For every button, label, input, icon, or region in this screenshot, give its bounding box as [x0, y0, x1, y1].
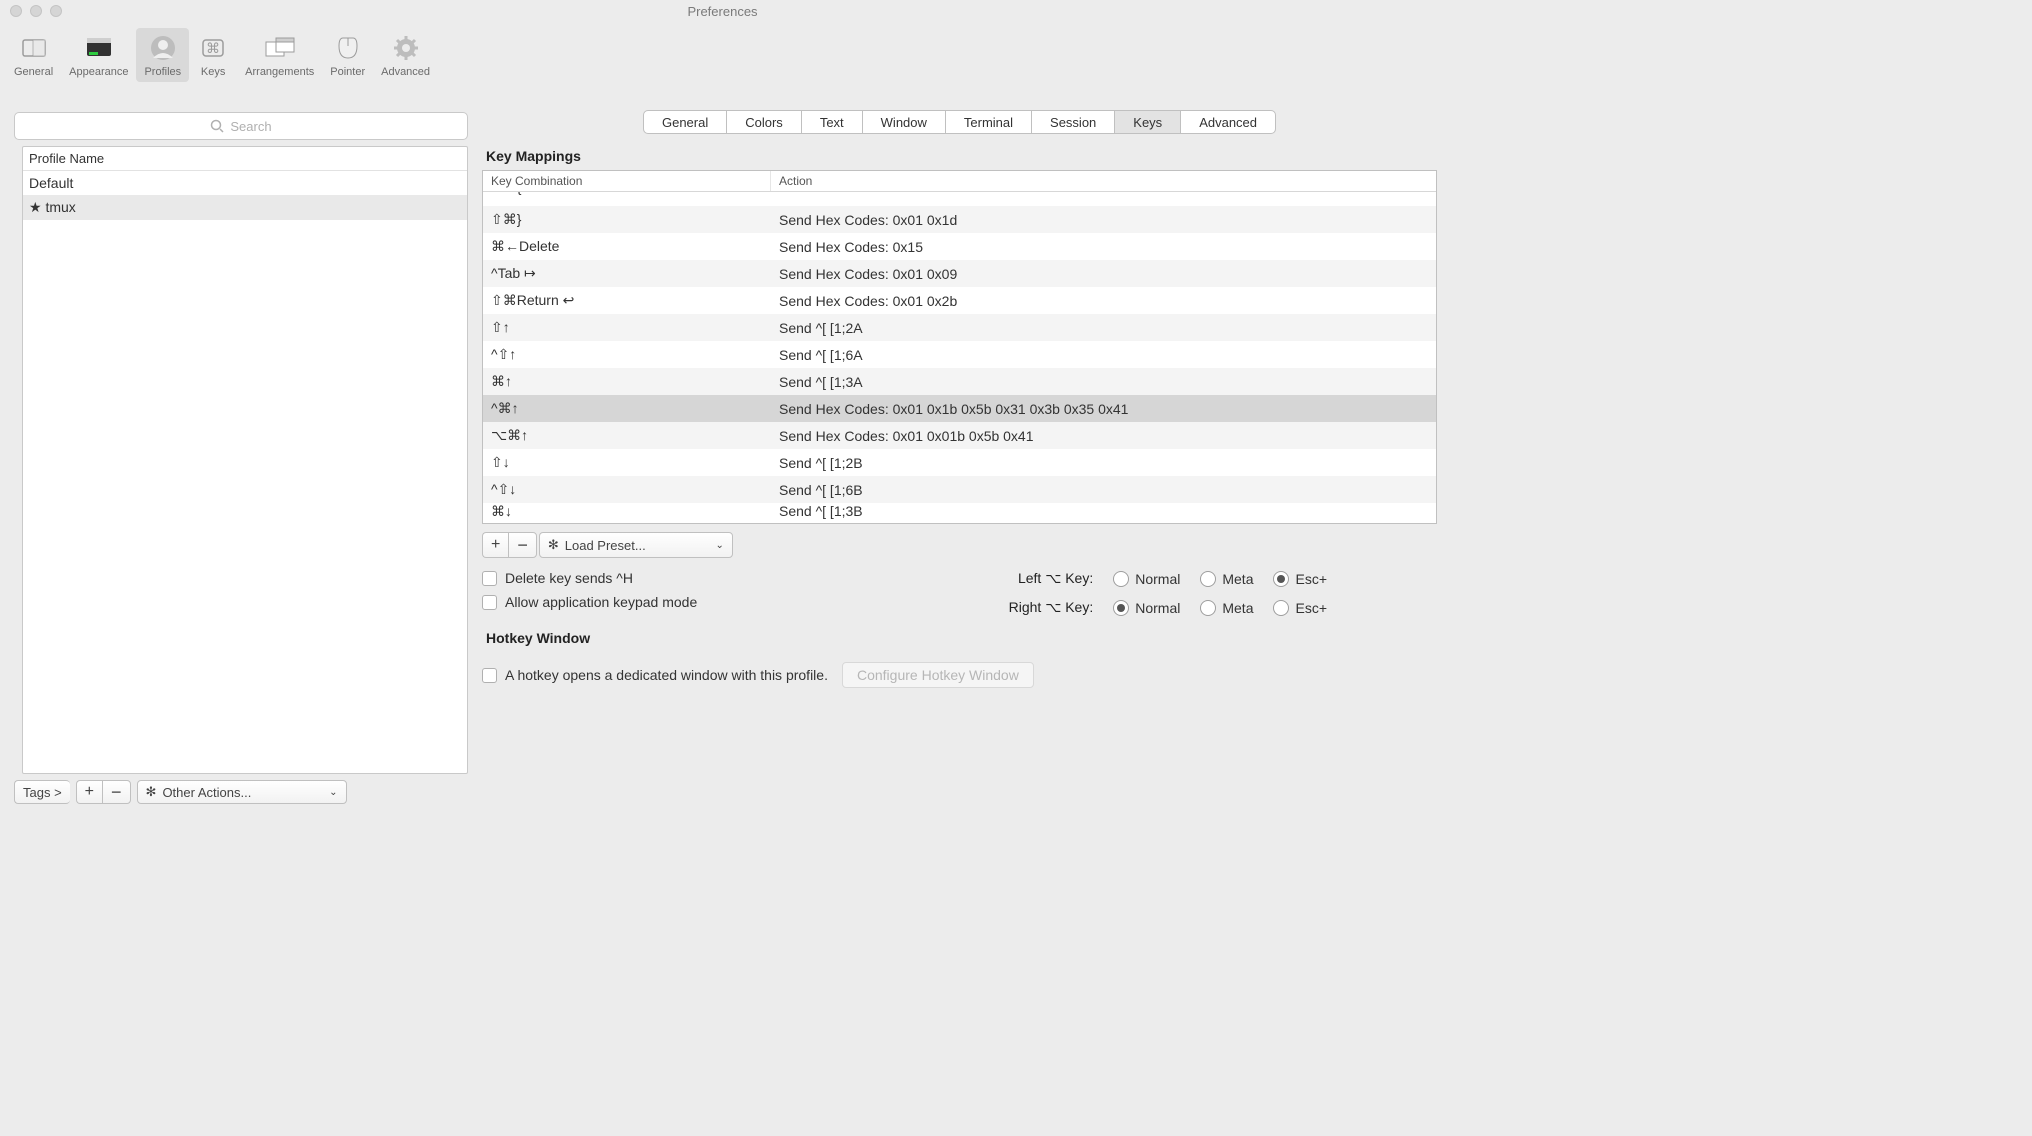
allow-keypad-checkbox[interactable]: Allow application keypad mode: [482, 594, 697, 610]
search-input[interactable]: Search: [14, 112, 468, 140]
table-row[interactable]: ⌘←Delete Send Hex Codes: 0x15: [483, 233, 1436, 260]
col-key[interactable]: Key Combination: [483, 171, 771, 191]
other-actions-dropdown[interactable]: ✻ Other Actions... ⌄: [137, 780, 347, 804]
chevron-down-icon: ⌄: [329, 787, 337, 798]
subtab-advanced[interactable]: Advanced: [1181, 111, 1275, 133]
left-opt-label: Left ⌥ Key:: [1009, 570, 1094, 587]
right-opt-label: Right ⌥ Key:: [1009, 599, 1094, 616]
table-row[interactable]: ^⇧↑ Send ^[ [1;6A: [483, 341, 1436, 368]
add-mapping-button[interactable]: +: [482, 532, 508, 558]
profile-subtabs: General Colors Text Window Terminal Sess…: [643, 110, 1276, 134]
gear-icon: ✻: [548, 537, 559, 553]
appearance-icon: [83, 32, 115, 64]
arrangements-icon: [264, 32, 296, 64]
toolbar-keys[interactable]: ⌘ Keys: [189, 28, 237, 82]
profile-row-tmux[interactable]: ★ tmux: [23, 195, 467, 220]
gear-icon: ✻: [146, 784, 157, 800]
hotkey-title: Hotkey Window: [486, 630, 1437, 646]
load-preset-dropdown[interactable]: ✻ Load Preset... ⌄: [539, 532, 733, 558]
col-action[interactable]: Action: [771, 171, 1436, 191]
hotkey-checkbox[interactable]: A hotkey opens a dedicated window with t…: [482, 667, 828, 683]
subtab-colors[interactable]: Colors: [727, 111, 802, 133]
table-header: Key Combination Action: [483, 171, 1436, 192]
window-title: Preferences: [0, 4, 1445, 19]
subtab-terminal[interactable]: Terminal: [946, 111, 1032, 133]
pointer-icon: [332, 32, 364, 64]
tags-button[interactable]: Tags >: [14, 780, 70, 804]
settings-icon: [18, 32, 50, 64]
table-row[interactable]: ^⌘↑ Send Hex Codes: 0x01 0x1b 0x5b 0x31 …: [483, 395, 1436, 422]
table-row[interactable]: ⇧⌘{ Send Hex Codes: 0x01 0x1b: [483, 192, 1436, 206]
remove-mapping-button[interactable]: −: [508, 532, 537, 558]
table-row[interactable]: ⌘↓ Send ^[ [1;3B: [483, 503, 1436, 523]
add-profile-button[interactable]: +: [76, 780, 102, 804]
toolbar-arrangements[interactable]: Arrangements: [237, 28, 322, 82]
chevron-down-icon: ⌄: [715, 540, 723, 551]
profile-icon: [147, 32, 179, 64]
toolbar-general[interactable]: General: [6, 28, 61, 82]
right-opt-normal[interactable]: Normal: [1113, 600, 1180, 616]
left-opt-normal[interactable]: Normal: [1113, 571, 1180, 587]
subtab-keys[interactable]: Keys: [1115, 111, 1181, 133]
key-mappings-table[interactable]: Key Combination Action ⇧⌘{ Send Hex Code…: [482, 170, 1437, 524]
checkbox-icon: [482, 595, 497, 610]
profile-row-default[interactable]: Default: [23, 171, 467, 195]
toolbar-advanced[interactable]: Advanced: [373, 28, 438, 82]
left-opt-esc[interactable]: Esc+: [1273, 571, 1327, 587]
profile-detail-panel: General Colors Text Window Terminal Sess…: [482, 106, 1437, 804]
toolbar-appearance[interactable]: Appearance: [61, 28, 136, 82]
table-row[interactable]: ^⇧↓ Send ^[ [1;6B: [483, 476, 1436, 503]
table-row[interactable]: ^Tab ↦ Send Hex Codes: 0x01 0x09: [483, 260, 1436, 287]
left-opt-meta[interactable]: Meta: [1200, 571, 1253, 587]
keys-icon: ⌘: [197, 32, 229, 64]
titlebar: Preferences: [0, 0, 1445, 22]
right-opt-meta[interactable]: Meta: [1200, 600, 1253, 616]
profiles-list: Profile Name Default ★ tmux: [22, 146, 468, 774]
search-icon: [210, 119, 224, 133]
subtab-general[interactable]: General: [644, 111, 727, 133]
subtab-session[interactable]: Session: [1032, 111, 1115, 133]
toolbar-profiles[interactable]: Profiles: [136, 28, 189, 82]
delete-sends-checkbox[interactable]: Delete key sends ^H: [482, 570, 697, 586]
remove-profile-button[interactable]: −: [102, 780, 131, 804]
checkbox-icon: [482, 668, 497, 683]
profiles-header: Profile Name: [23, 147, 467, 171]
table-body: ⇧⌘{ Send Hex Codes: 0x01 0x1b ⇧⌘} Send H…: [483, 192, 1436, 523]
table-row[interactable]: ⇧↑ Send ^[ [1;2A: [483, 314, 1436, 341]
subtab-text[interactable]: Text: [802, 111, 863, 133]
svg-text:⌘: ⌘: [206, 40, 220, 56]
table-row[interactable]: ⇧⌘} Send Hex Codes: 0x01 0x1d: [483, 206, 1436, 233]
key-mappings-title: Key Mappings: [486, 148, 1437, 164]
table-row[interactable]: ⌘↑ Send ^[ [1;3A: [483, 368, 1436, 395]
toolbar-pointer[interactable]: Pointer: [322, 28, 373, 82]
configure-hotkey-button[interactable]: Configure Hotkey Window: [842, 662, 1034, 688]
table-row[interactable]: ⇧↓ Send ^[ [1;2B: [483, 449, 1436, 476]
table-row[interactable]: ⌥⌘↑ Send Hex Codes: 0x01 0x01b 0x5b 0x41: [483, 422, 1436, 449]
right-opt-esc[interactable]: Esc+: [1273, 600, 1327, 616]
subtab-window[interactable]: Window: [863, 111, 946, 133]
preferences-window: Preferences General Appearance Profiles …: [0, 0, 1445, 814]
table-row[interactable]: ⇧⌘Return ↩ Send Hex Codes: 0x01 0x2b: [483, 287, 1436, 314]
profiles-panel: Search Profile Name Default ★ tmux Tags …: [8, 106, 474, 804]
toolbar: General Appearance Profiles ⌘ Keys Arran…: [0, 22, 1445, 84]
checkbox-icon: [482, 571, 497, 586]
gear-icon: [390, 32, 422, 64]
